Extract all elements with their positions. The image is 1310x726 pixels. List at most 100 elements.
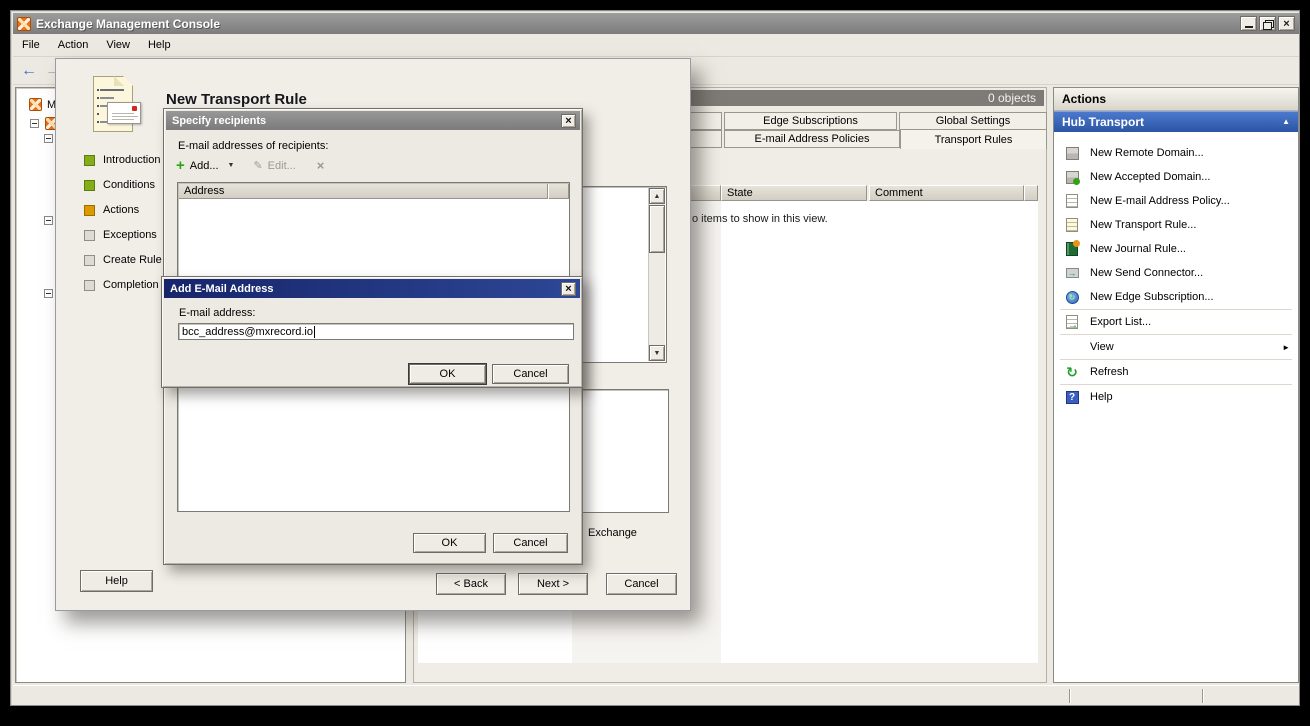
close-icon: ×	[565, 115, 571, 127]
transport-rule-icon	[1064, 217, 1080, 233]
action-new-send-connector[interactable]: → New Send Connector...	[1054, 261, 1298, 285]
close-button[interactable]: ×	[1278, 16, 1295, 31]
step-status-icon	[84, 155, 95, 166]
email-address-label: E-mail address:	[179, 307, 255, 319]
recipients-toolbar: + Add... ▼ ✎ Edit... ×	[176, 158, 324, 173]
tree-expander-organization[interactable]	[44, 134, 53, 143]
restore-icon	[1263, 20, 1272, 28]
wizard-step-completion[interactable]: Completion	[84, 279, 159, 291]
email-address-input[interactable]: bcc_address@mxrecord.io	[178, 323, 574, 340]
step-status-icon	[84, 180, 95, 191]
journal-rule-icon	[1064, 241, 1080, 257]
cancel-button-wizard[interactable]: Cancel	[606, 573, 677, 595]
edge-subscription-icon: ↻	[1064, 289, 1080, 305]
scroll-up-icon: ▲	[654, 193, 661, 200]
refresh-icon: ↻	[1064, 364, 1080, 380]
exchange-logo-icon	[17, 17, 31, 31]
edit-button[interactable]: Edit...	[268, 160, 296, 172]
email-address-value: bcc_address@mxrecord.io	[182, 326, 313, 338]
add-email-title-bar[interactable]: Add E-Mail Address ×	[164, 279, 580, 298]
action-new-edge-subscription[interactable]: ↻ New Edge Subscription...	[1054, 285, 1298, 309]
add-email-address-dialog: Add E-Mail Address × E-mail address: bcc…	[161, 276, 583, 388]
screen: Exchange Management Console × File Actio…	[0, 0, 1310, 726]
menu-action[interactable]: Action	[49, 36, 98, 54]
minimize-button[interactable]	[1240, 16, 1257, 31]
action-new-accepted-domain[interactable]: New Accepted Domain...	[1054, 165, 1298, 189]
recipients-label: E-mail addresses of recipients:	[178, 140, 328, 152]
view-blank-icon	[1064, 339, 1080, 355]
tab-transport-rules[interactable]: Transport Rules	[900, 129, 1047, 149]
tab-global-settings[interactable]: Global Settings	[899, 112, 1047, 130]
step-status-icon	[84, 255, 95, 266]
wizard-step-introduction[interactable]: Introduction	[84, 154, 160, 166]
add-button[interactable]: Add...	[190, 160, 219, 172]
menu-view[interactable]: View	[97, 36, 139, 54]
status-bar	[13, 685, 1299, 705]
scroll-thumb[interactable]	[649, 205, 665, 253]
hub-transport-group-header[interactable]: Hub Transport ▲	[1054, 111, 1298, 132]
column-header-state[interactable]: State	[721, 185, 867, 201]
action-new-remote-domain[interactable]: New Remote Domain...	[1054, 141, 1298, 165]
action-help[interactable]: ? Help	[1054, 385, 1298, 409]
accepted-domain-icon	[1064, 169, 1080, 185]
tree-expander-exchange[interactable]	[30, 119, 39, 128]
wizard-step-exceptions[interactable]: Exceptions	[84, 229, 157, 241]
remote-domain-icon	[1064, 145, 1080, 161]
wizard-title: New Transport Rule	[166, 91, 307, 108]
objects-count: 0 objects	[988, 91, 1036, 105]
scroll-down-button[interactable]: ▼	[649, 345, 665, 361]
close-button[interactable]: ×	[561, 114, 576, 128]
step-status-icon	[84, 230, 95, 241]
scroll-up-button[interactable]: ▲	[649, 188, 665, 204]
column-header-comment[interactable]: Comment	[869, 185, 1024, 201]
tree-expander-recipient[interactable]	[44, 289, 53, 298]
column-header-tail[interactable]	[1024, 185, 1038, 201]
menu-help[interactable]: Help	[139, 36, 180, 54]
scrollbar[interactable]: ▲ ▼	[648, 188, 665, 361]
export-list-icon: →	[1064, 314, 1080, 330]
help-button[interactable]: Help	[80, 570, 153, 592]
action-export-list[interactable]: → Export List...	[1054, 310, 1298, 334]
wizard-step-actions[interactable]: Actions	[84, 204, 139, 216]
wizard-page-icon	[93, 76, 145, 138]
restore-button[interactable]	[1259, 16, 1276, 31]
next-button[interactable]: Next >	[518, 573, 588, 595]
cancel-button-specify[interactable]: Cancel	[493, 533, 568, 553]
close-icon: ×	[565, 283, 571, 295]
close-button[interactable]: ×	[561, 282, 576, 296]
tab-email-address-policies[interactable]: E-mail Address Policies	[724, 130, 900, 148]
help-icon: ?	[1064, 389, 1080, 405]
text-caret	[314, 326, 315, 338]
tree-expander-server[interactable]	[44, 216, 53, 225]
wizard-step-conditions[interactable]: Conditions	[84, 179, 155, 191]
ok-button-add[interactable]: OK	[409, 364, 486, 384]
envelope-icon	[107, 102, 141, 124]
menu-bar: File Action View Help	[13, 34, 1299, 57]
menu-file[interactable]: File	[13, 36, 49, 54]
delete-icon[interactable]: ×	[317, 158, 325, 173]
address-column-tail[interactable]	[549, 184, 569, 199]
tree-root-icon	[29, 98, 42, 111]
back-button-wizard[interactable]: < Back	[436, 573, 506, 595]
cancel-button-add[interactable]: Cancel	[492, 364, 569, 384]
address-column-header[interactable]: Address	[179, 184, 548, 199]
close-icon: ×	[1283, 18, 1289, 30]
action-view[interactable]: View ►	[1054, 335, 1298, 359]
ok-button-specify[interactable]: OK	[413, 533, 486, 553]
actions-header: Actions	[1054, 88, 1298, 111]
wizard-step-create-rule[interactable]: Create Rule	[84, 254, 162, 266]
step-status-icon	[84, 280, 95, 291]
action-new-email-address-policy[interactable]: New E-mail Address Policy...	[1054, 189, 1298, 213]
action-refresh[interactable]: ↻ Refresh	[1054, 360, 1298, 384]
add-dropdown-icon[interactable]: ▼	[228, 162, 235, 169]
dialog-title: Add E-Mail Address	[170, 283, 274, 295]
tab-edge-subscriptions[interactable]: Edge Subscriptions	[724, 112, 897, 130]
edit-pencil-icon: ✎	[253, 159, 262, 172]
back-button[interactable]: ←	[17, 60, 41, 82]
specify-recipients-title-bar[interactable]: Specify recipients ×	[166, 111, 580, 130]
action-new-transport-rule[interactable]: New Transport Rule...	[1054, 213, 1298, 237]
step-status-icon	[84, 205, 95, 216]
actions-pane: Actions Hub Transport ▲ New Remote Domai…	[1053, 87, 1299, 683]
title-bar[interactable]: Exchange Management Console ×	[13, 13, 1299, 34]
action-new-journal-rule[interactable]: New Journal Rule...	[1054, 237, 1298, 261]
